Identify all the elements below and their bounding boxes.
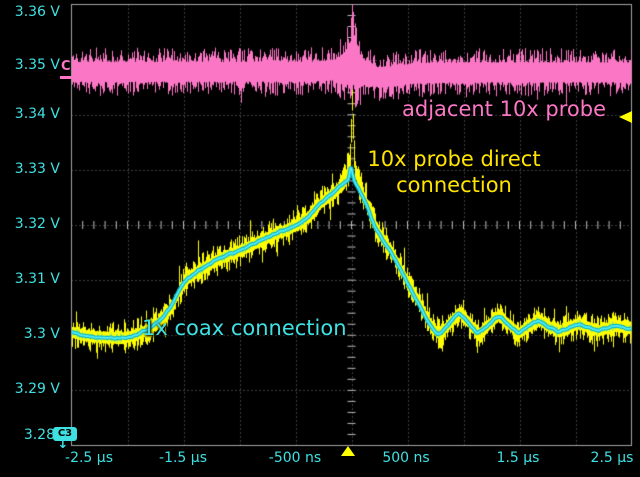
x-tick-label-p2u5: 2.5 µs (567, 449, 640, 467)
y-tick-label-3v32: 3.32 V (0, 215, 60, 233)
annotation-10x-probe-direct: 10x probe direct connection (326, 146, 582, 198)
annotation-10x-probe-direct-line1: 10x probe direct (326, 146, 582, 172)
channel-3-offscreen-arrow-icon: ↓ (55, 437, 71, 452)
x-tick-label-m1u5: -1.5 µs (138, 449, 228, 467)
y-tick-label-3v36: 3.36 V (0, 3, 60, 21)
x-tick-label-p500n: 500 ns (361, 449, 451, 467)
y-tick-label-3v30: 3.3 V (0, 325, 60, 343)
y-tick-label-3v31: 3.31 V (0, 270, 60, 288)
y-tick-label-3v35: 3.35 V (0, 56, 60, 74)
waveform-canvas (0, 0, 640, 477)
annotation-1x-coax-connection: 1x coax connection (142, 316, 347, 340)
oscilloscope-screen: 3.36 V 3.35 V 3.34 V 3.33 V 3.32 V 3.31 … (0, 0, 640, 477)
y-tick-label-3v28: 3.28 (0, 426, 55, 444)
y-tick-label-3v34: 3.34 V (0, 105, 60, 123)
channel-2-level-marker[interactable]: C2 (61, 60, 80, 74)
x-tick-label-m500n: -500 ns (250, 449, 340, 467)
y-tick-label-3v29: 3.29 V (0, 380, 60, 398)
y-tick-label-3v33: 3.33 V (0, 160, 60, 178)
x-tick-label-p1u5: 1.5 µs (473, 449, 563, 467)
annotation-10x-probe-direct-line2: connection (326, 172, 582, 198)
channel-2-level-underline (60, 76, 77, 79)
trigger-level-marker-icon[interactable] (619, 111, 632, 123)
annotation-adjacent-10x-probe: adjacent 10x probe (402, 97, 606, 121)
trigger-position-marker-icon[interactable] (341, 446, 355, 456)
